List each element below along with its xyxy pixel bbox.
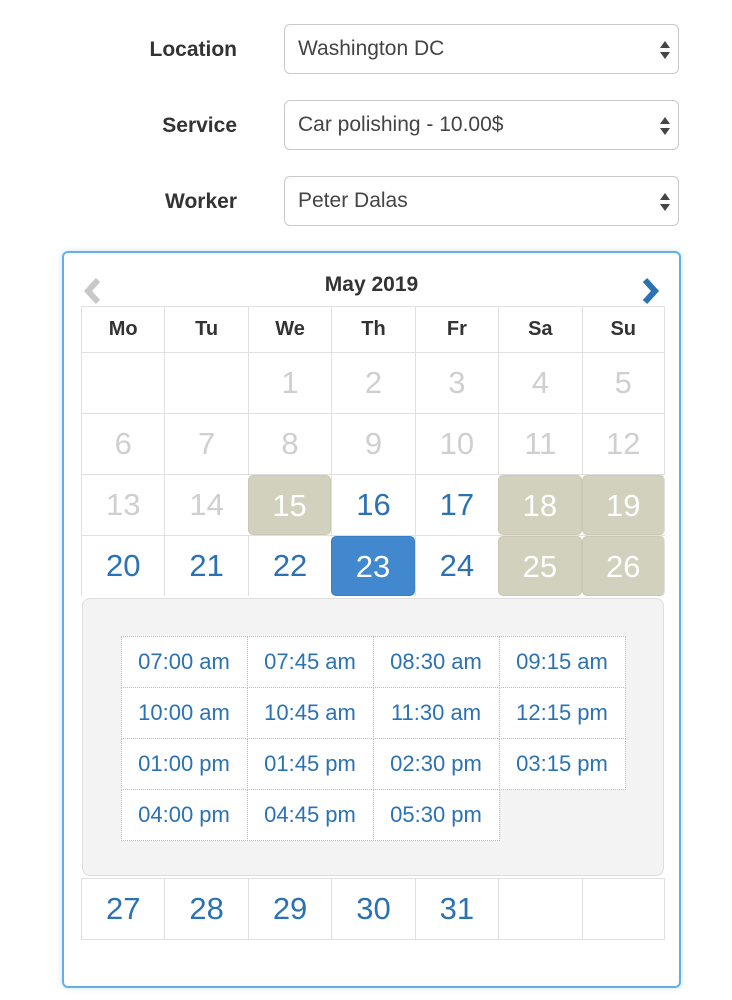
time-slot-button[interactable]: 11:30 am — [372, 686, 500, 739]
weekday-sa: Sa — [498, 307, 581, 352]
day-27[interactable]: 27 — [81, 879, 164, 939]
day-13: 13 — [81, 475, 164, 535]
time-slot-button[interactable]: 08:30 am — [372, 635, 500, 688]
day-8: 8 — [247, 414, 331, 474]
empty-day-cell — [164, 353, 247, 413]
time-slot-button[interactable]: 12:15 pm — [498, 686, 626, 739]
worker-select[interactable]: Peter Dalas — [284, 176, 679, 226]
location-label: Location — [149, 38, 238, 61]
location-row: Location Washington DC — [0, 24, 732, 76]
service-label: Service — [162, 114, 237, 137]
time-slot-button[interactable]: 09:15 am — [498, 635, 626, 688]
worker-row: Worker Peter Dalas — [0, 176, 732, 228]
select-arrows-icon — [660, 117, 670, 135]
empty-day-cell — [498, 879, 581, 939]
week-row: 20 21 22 23 24 25 26 — [81, 535, 665, 596]
day-19: 19 — [581, 475, 665, 535]
select-arrows-icon — [660, 41, 670, 59]
service-row: Service Car polishing - 10.00$ — [0, 100, 732, 152]
day-31[interactable]: 31 — [414, 879, 498, 939]
day-17[interactable]: 17 — [414, 475, 498, 535]
time-slot-button[interactable]: 05:30 pm — [372, 788, 500, 841]
day-16[interactable]: 16 — [331, 475, 414, 535]
day-22[interactable]: 22 — [247, 536, 331, 596]
time-slot-button[interactable]: 03:15 pm — [498, 737, 626, 790]
time-slot-button[interactable]: 10:45 am — [246, 686, 374, 739]
day-11: 11 — [498, 414, 581, 474]
day-1: 1 — [247, 353, 331, 413]
select-arrows-icon — [660, 193, 670, 211]
weekday-su: Su — [581, 307, 665, 352]
location-select-value: Washington DC — [298, 37, 445, 60]
time-slot-button[interactable]: 02:30 pm — [372, 737, 500, 790]
day-24[interactable]: 24 — [414, 536, 498, 596]
empty-day-cell — [81, 353, 164, 413]
day-4: 4 — [498, 353, 581, 413]
day-3: 3 — [414, 353, 498, 413]
day-2: 2 — [331, 353, 414, 413]
next-month-button[interactable] — [639, 277, 661, 305]
service-select-value: Car polishing - 10.00$ — [298, 113, 504, 136]
service-select[interactable]: Car polishing - 10.00$ — [284, 100, 679, 150]
day-7: 7 — [164, 414, 247, 474]
day-10: 10 — [414, 414, 498, 474]
day-25: 25 — [498, 536, 582, 596]
weekday-th: Th — [331, 307, 414, 352]
time-slot-button[interactable]: 07:45 am — [246, 635, 374, 688]
day-20[interactable]: 20 — [81, 536, 164, 596]
worker-select-value: Peter Dalas — [298, 189, 408, 212]
time-slots-panel: 07:00 am 07:45 am 08:30 am 09:15 am 10:00 am… — [82, 598, 664, 876]
weekday-tu: Tu — [164, 307, 247, 352]
worker-label: Worker — [165, 190, 237, 213]
day-18: 18 — [498, 475, 582, 535]
day-28[interactable]: 28 — [164, 879, 247, 939]
day-12: 12 — [581, 414, 665, 474]
time-slot-button[interactable]: 04:00 pm — [120, 788, 248, 841]
weekday-we: We — [247, 307, 331, 352]
time-slot-button[interactable]: 04:45 pm — [246, 788, 374, 841]
day-23[interactable]: 23 — [331, 536, 415, 596]
week-row: 27 28 29 30 31 — [81, 878, 665, 940]
week-row: 12345 — [81, 352, 665, 413]
time-slots-grid: 07:00 am 07:45 am 08:30 am 09:15 am 10:00 am… — [120, 635, 626, 841]
week-row: 13 14 15 16 17 18 19 — [81, 474, 665, 535]
day-6: 6 — [81, 414, 164, 474]
time-slot-button[interactable]: 01:45 pm — [246, 737, 374, 790]
weekday-header-row: Mo Tu We Th Fr Sa Su — [81, 306, 665, 352]
day-5: 5 — [581, 353, 665, 413]
weekday-fr: Fr — [414, 307, 498, 352]
location-select[interactable]: Washington DC — [284, 24, 679, 74]
month-title: May 2019 — [324, 273, 419, 296]
time-slot-button[interactable]: 10:00 am — [120, 686, 248, 739]
booking-calendar: May 2019 Mo Tu We Th Fr Sa Su 1 2 3 4 5 6 7 8 9 10 11 12 1… — [62, 251, 681, 988]
day-14: 14 — [164, 475, 247, 535]
week-row: 6 7 8 9 10 11 12 — [81, 413, 665, 474]
calendar-grid: Mo Tu We Th Fr Sa Su 1 2 3 4 5 6 7 8 9 10 11 12 13 14 15 16 17… — [81, 306, 665, 940]
time-slot-button[interactable]: 07:00 am — [120, 635, 248, 688]
day-9: 9 — [331, 414, 414, 474]
chevron-right-icon — [642, 277, 660, 305]
day-26: 26 — [581, 536, 665, 596]
day-21[interactable]: 21 — [164, 536, 247, 596]
day-29[interactable]: 29 — [247, 879, 331, 939]
day-30[interactable]: 30 — [331, 879, 414, 939]
time-slot-button[interactable]: 01:00 pm — [120, 737, 248, 790]
weekday-mo: Mo — [81, 307, 164, 352]
day-15: 15 — [247, 475, 332, 535]
empty-day-cell — [581, 879, 665, 939]
